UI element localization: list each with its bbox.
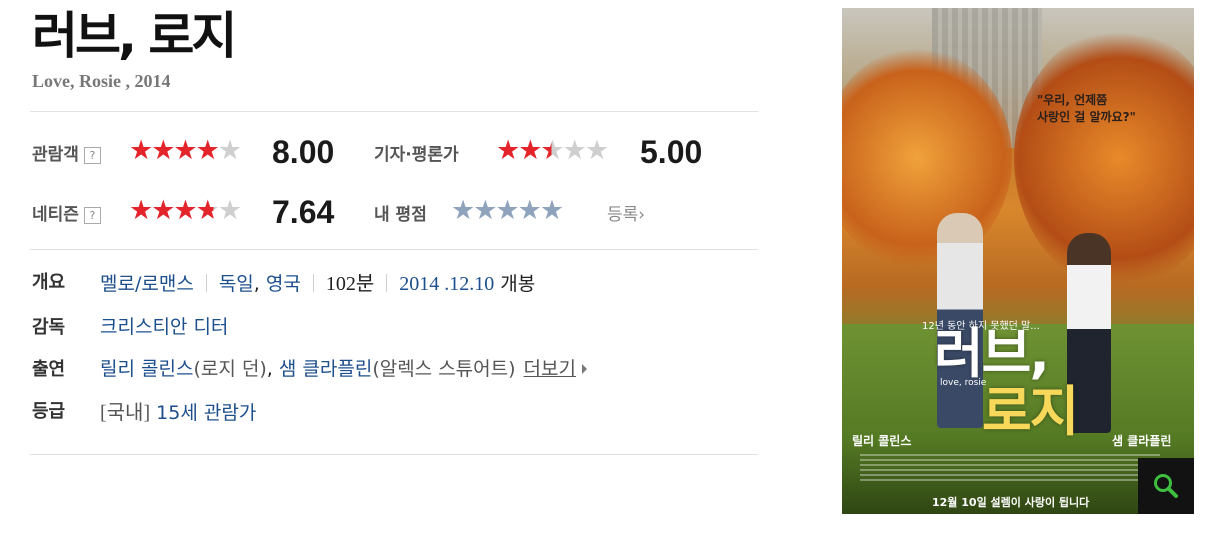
cast-label: 출연 — [32, 359, 66, 380]
netizen-score: 7.64 — [272, 194, 335, 230]
country-link-uk[interactable]: 영국 — [266, 273, 301, 295]
cast-link-sam-claflin[interactable]: 샘 클라플린 — [279, 358, 372, 380]
separator — [205, 274, 207, 292]
audience-label-text: 관람객 — [32, 145, 79, 165]
director-row: 크리스티안 디터 — [100, 312, 228, 339]
overview-row: 멜로/로맨스 독일, 영국 102분 2014 .12.10 개봉 — [100, 267, 535, 296]
cast1-role: (로지 던) — [193, 358, 267, 380]
release-date-link[interactable]: 2014 .12.10 — [399, 273, 494, 295]
runtime: 102분 — [325, 273, 375, 295]
help-icon[interactable]: ? — [83, 207, 101, 224]
grade-label: 등급 — [32, 401, 66, 422]
zoom-button[interactable] — [1138, 458, 1194, 514]
movie-title: 러브, 로지 — [32, 7, 237, 65]
divider — [30, 111, 758, 112]
cast-separator: , — [266, 358, 273, 380]
poster-title-line2: 로지 — [982, 380, 1079, 443]
my-rating-label: 내 평점 — [374, 205, 427, 225]
movie-poster[interactable]: "우리, 언제쯤 사랑인 걸 알까요?" 12년 동안 하지 못했던 말... … — [842, 8, 1194, 514]
poster-title-line1: 러브, — [934, 322, 1050, 385]
more-cast-link[interactable]: 더보기 — [524, 358, 576, 380]
netizen-rating-label: 네티즌? — [32, 200, 101, 225]
help-icon[interactable]: ? — [83, 147, 101, 164]
cast2-role: (알렉스 스튜어트) — [372, 358, 516, 380]
country-separator: , — [253, 273, 260, 295]
poster-title-en: love, rosie — [940, 378, 987, 388]
country-link-germany[interactable]: 독일 — [219, 273, 254, 295]
critics-rating-label: 기자·평론가 — [374, 145, 459, 165]
divider — [30, 454, 758, 455]
movie-subtitle: Love, Rosie , 2014 — [32, 71, 171, 91]
audience-score: 8.00 — [272, 134, 335, 170]
register-label: 등록 — [607, 205, 639, 225]
cast-row: 릴리 콜린스(로지 던), 샘 클라플린(알렉스 스튜어트) 더보기 — [100, 354, 587, 381]
my-rating-stars[interactable]: ★★★★★ — [451, 196, 564, 226]
triangle-right-icon — [582, 364, 587, 374]
netizen-label-text: 네티즌 — [32, 205, 79, 225]
critics-score: 5.00 — [640, 134, 703, 170]
audience-rating-label: 관람객? — [32, 140, 101, 165]
separator — [312, 274, 314, 292]
poster-cast-right: 샘 클라플린 — [1112, 434, 1172, 448]
poster-release: 12월 10일 설렘이 사랑이 됩니다 — [932, 496, 1090, 509]
poster-quote-line: 사랑인 걸 알까요?" — [1037, 110, 1136, 124]
separator — [386, 274, 388, 292]
poster-quote-line: "우리, 언제쯤 — [1037, 93, 1108, 107]
release-suffix: 개봉 — [500, 273, 536, 295]
critics-stars: ★★★★★ — [496, 135, 609, 166]
register-rating-link[interactable]: 등록› — [607, 200, 645, 225]
director-link[interactable]: 크리스티안 디터 — [100, 316, 228, 338]
overview-label: 개요 — [32, 272, 66, 293]
audience-stars: ★★★★★ — [129, 135, 242, 166]
director-label: 감독 — [32, 317, 66, 338]
grade-prefix: [국내] — [100, 402, 151, 424]
divider — [30, 249, 758, 250]
chevron-right-icon: › — [638, 205, 646, 225]
cast-link-lily-collins[interactable]: 릴리 콜린스 — [100, 358, 193, 380]
poster-quote: "우리, 언제쯤 사랑인 걸 알까요?" — [1037, 92, 1136, 126]
poster-cast-left: 릴리 콜린스 — [852, 434, 912, 448]
poster-credits — [860, 454, 1160, 482]
genre-link[interactable]: 멜로/로맨스 — [100, 273, 194, 295]
search-icon — [1154, 474, 1178, 498]
grade-row: [국내] 15세 관람가 — [100, 396, 256, 425]
grade-link[interactable]: 15세 관람가 — [156, 402, 256, 424]
netizen-stars: ★★★★★ — [129, 195, 242, 226]
